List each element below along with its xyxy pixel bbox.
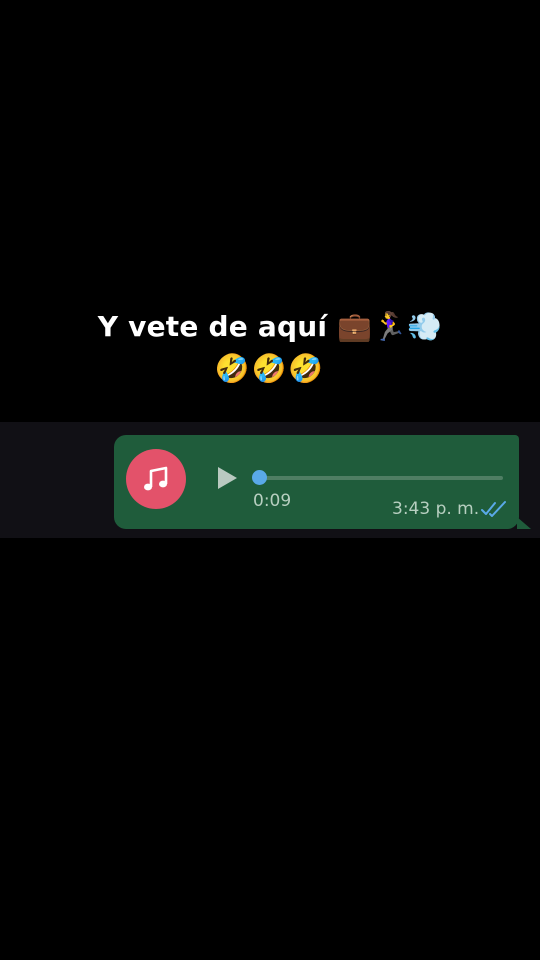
audio-duration: 0:09: [253, 491, 292, 511]
audio-progress-track[interactable]: [251, 470, 503, 485]
music-note-icon: [144, 466, 168, 491]
caption: Y vete de aquí 💼🏃‍♀️💨 🤣🤣🤣: [0, 306, 540, 390]
chat-row: 0:09 3:43 p. m.: [0, 422, 540, 538]
audio-avatar: [126, 449, 186, 509]
play-icon: [218, 467, 237, 489]
caption-line-1: Y vete de aquí 💼🏃‍♀️💨: [97, 310, 443, 343]
video-frame: Y vete de aquí 💼🏃‍♀️💨 🤣🤣🤣 0:09: [0, 0, 540, 960]
caption-line-2: 🤣🤣🤣: [214, 352, 326, 385]
message-timestamp: 3:43 p. m.: [392, 499, 480, 519]
voice-message-bubble[interactable]: 0:09 3:43 p. m.: [114, 435, 531, 529]
play-button[interactable]: [214, 465, 240, 491]
audio-progress-knob[interactable]: [251, 470, 267, 485]
double-check-read-icon: [481, 501, 506, 517]
bubble-tail: [517, 517, 531, 529]
